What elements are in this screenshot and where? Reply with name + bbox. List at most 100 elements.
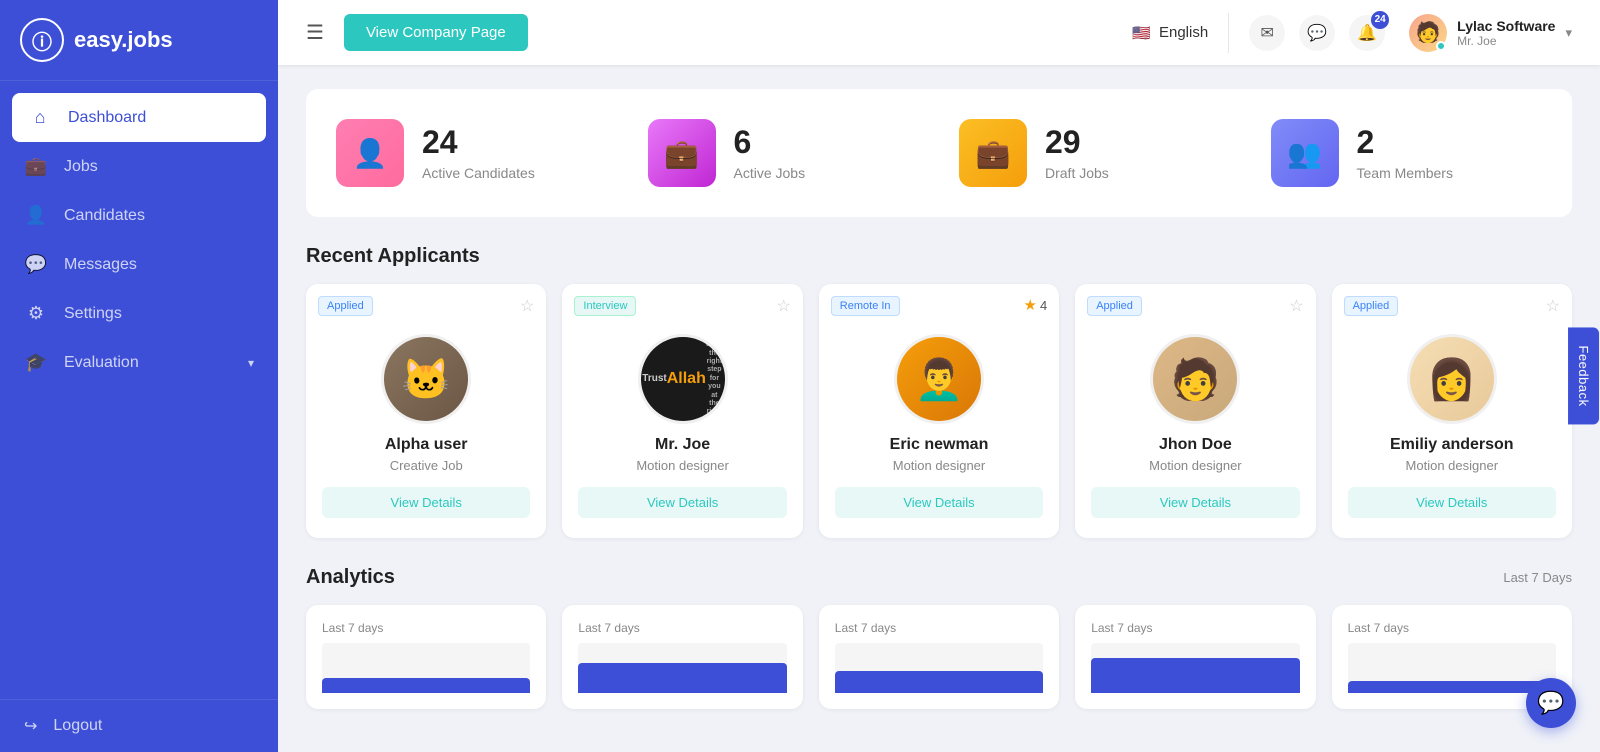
- analytics-card-1-label: Last 7 days: [322, 621, 530, 635]
- analytics-card-4: Last 7 days: [1075, 605, 1315, 709]
- sidebar-item-messages[interactable]: 💬 Messages: [0, 240, 278, 289]
- settings-icon: ⚙: [24, 303, 48, 324]
- notification-button[interactable]: 🔔 24: [1349, 15, 1385, 51]
- content-area: 👤 24 Active Candidates 💼 6 Active Jobs 💼…: [278, 65, 1600, 752]
- logo-text: easy.jobs: [74, 27, 173, 53]
- applicants-row: Applied ☆ 🐱 Alpha user Creative Job View…: [306, 284, 1572, 538]
- jobs-icon: 💼: [24, 156, 48, 177]
- logo-icon: ⓘ: [20, 18, 64, 62]
- applicant-1-view-details[interactable]: View Details: [322, 487, 530, 518]
- sidebar-item-dashboard[interactable]: ⌂ Dashboard: [12, 93, 266, 142]
- sidebar-item-dashboard-label: Dashboard: [68, 109, 146, 127]
- applicant-2-job: Motion designer: [636, 458, 729, 473]
- header-icons: ✉ 💬 🔔 24: [1249, 15, 1385, 51]
- email-button[interactable]: ✉: [1249, 15, 1285, 51]
- applicant-5-view-details[interactable]: View Details: [1348, 487, 1556, 518]
- applicant-5-name: Emiliy anderson: [1390, 436, 1514, 454]
- applicant-2-avatar: Trust Allah Be upon the right stepfor yo…: [638, 334, 728, 424]
- applicant-3-view-details[interactable]: View Details: [835, 487, 1043, 518]
- applicant-1-star[interactable]: ☆: [520, 296, 534, 316]
- active-jobs-icon: 💼: [648, 119, 716, 187]
- sidebar-item-messages-label: Messages: [64, 256, 137, 274]
- draft-jobs-label: Draft Jobs: [1045, 165, 1109, 181]
- applicant-4-name: Jhon Doe: [1159, 436, 1232, 454]
- chat-fab-button[interactable]: 💬: [1526, 678, 1576, 728]
- stat-draft-jobs: 💼 29 Draft Jobs: [949, 109, 1241, 197]
- analytics-bar-container-2: [578, 643, 786, 693]
- analytics-period: Last 7 Days: [1503, 570, 1572, 585]
- applicant-card-4: Applied ☆ 🧑 Jhon Doe Motion designer Vie…: [1075, 284, 1315, 538]
- applicant-1-avatar: 🐱: [381, 334, 471, 424]
- sidebar-nav: ⌂ Dashboard 💼 Jobs 👤 Candidates 💬 Messag…: [0, 81, 278, 699]
- sidebar-item-jobs[interactable]: 💼 Jobs: [0, 142, 278, 191]
- applicant-card-2: Interview ☆ Trust Allah Be upon the righ…: [562, 284, 802, 538]
- sidebar: ⓘ easy.jobs ⌂ Dashboard 💼 Jobs 👤 Candida…: [0, 0, 278, 752]
- user-name: Mr. Joe: [1457, 34, 1555, 48]
- logout-button[interactable]: ↪ Logout: [0, 699, 278, 752]
- team-members-label: Team Members: [1357, 165, 1453, 181]
- analytics-bar-container-5: [1348, 643, 1556, 693]
- applicant-5-status: Applied: [1344, 296, 1399, 316]
- chat-button[interactable]: 💬: [1299, 15, 1335, 51]
- active-candidates-info: 24 Active Candidates: [422, 125, 535, 180]
- team-members-info: 2 Team Members: [1357, 125, 1453, 180]
- applicant-4-job: Motion designer: [1149, 458, 1242, 473]
- messages-icon: 💬: [24, 254, 48, 275]
- stat-active-candidates: 👤 24 Active Candidates: [326, 109, 618, 197]
- chevron-down-icon: ▾: [248, 356, 254, 370]
- analytics-card-2-label: Last 7 days: [578, 621, 786, 635]
- applicant-2-star[interactable]: ☆: [776, 296, 790, 316]
- analytics-cards: Last 7 days Last 7 days Last 7 days Last…: [306, 605, 1572, 709]
- logout-label: Logout: [53, 717, 102, 735]
- applicant-5-job: Motion designer: [1406, 458, 1499, 473]
- applicant-4-view-details[interactable]: View Details: [1091, 487, 1299, 518]
- analytics-bar-4: [1091, 658, 1299, 693]
- applicant-4-star[interactable]: ☆: [1289, 296, 1303, 316]
- analytics-card-2: Last 7 days: [562, 605, 802, 709]
- active-candidates-icon: 👤: [336, 119, 404, 187]
- evaluation-icon: 🎓: [24, 352, 48, 373]
- profile-dropdown-arrow[interactable]: ▾: [1565, 25, 1572, 41]
- active-jobs-label: Active Jobs: [734, 165, 806, 181]
- analytics-bar-3: [835, 671, 1043, 694]
- analytics-card-1: Last 7 days: [306, 605, 546, 709]
- applicant-1-job: Creative Job: [390, 458, 463, 473]
- user-profile[interactable]: 🧑 Lylac Software Mr. Joe ▾: [1409, 14, 1572, 52]
- draft-jobs-info: 29 Draft Jobs: [1045, 125, 1109, 180]
- view-company-button[interactable]: View Company Page: [344, 14, 528, 51]
- team-members-number: 2: [1357, 125, 1453, 160]
- applicant-2-name: Mr. Joe: [655, 436, 710, 454]
- analytics-bar-container-1: [322, 643, 530, 693]
- analytics-card-5-label: Last 7 days: [1348, 621, 1556, 635]
- home-icon: ⌂: [28, 107, 52, 128]
- applicant-2-status: Interview: [574, 296, 636, 316]
- user-avatar-wrap: 🧑: [1409, 14, 1447, 52]
- user-info: Lylac Software Mr. Joe: [1457, 18, 1555, 48]
- applicant-2-view-details[interactable]: View Details: [578, 487, 786, 518]
- applicant-5-avatar: 👩: [1407, 334, 1497, 424]
- active-candidates-label: Active Candidates: [422, 165, 535, 181]
- applicant-3-job: Motion designer: [893, 458, 986, 473]
- applicant-3-status: Remote In: [831, 296, 900, 316]
- flag-icon: 🇺🇸: [1132, 24, 1151, 42]
- sidebar-item-evaluation[interactable]: 🎓 Evaluation ▾: [0, 338, 278, 387]
- feedback-tab[interactable]: Feedback: [1568, 327, 1599, 424]
- applicant-5-star[interactable]: ☆: [1546, 296, 1560, 316]
- active-jobs-info: 6 Active Jobs: [734, 125, 806, 180]
- sidebar-item-settings[interactable]: ⚙ Settings: [0, 289, 278, 338]
- draft-jobs-number: 29: [1045, 125, 1109, 160]
- sidebar-item-candidates[interactable]: 👤 Candidates: [0, 191, 278, 240]
- applicant-card-3: Remote In ★ 4 👨‍🦱 Eric newman Motion des…: [819, 284, 1059, 538]
- analytics-bar-1: [322, 678, 530, 693]
- online-indicator: [1436, 41, 1446, 51]
- menu-icon[interactable]: ☰: [306, 20, 324, 45]
- team-members-icon: 👥: [1271, 119, 1339, 187]
- analytics-bar-5: [1348, 681, 1556, 694]
- applicant-1-status: Applied: [318, 296, 373, 316]
- language-selector[interactable]: 🇺🇸 English: [1132, 24, 1208, 42]
- active-jobs-number: 6: [734, 125, 806, 160]
- sidebar-logo: ⓘ easy.jobs: [0, 0, 278, 81]
- sidebar-item-evaluation-label: Evaluation: [64, 354, 139, 372]
- analytics-bar-2: [578, 663, 786, 693]
- applicant-card-1: Applied ☆ 🐱 Alpha user Creative Job View…: [306, 284, 546, 538]
